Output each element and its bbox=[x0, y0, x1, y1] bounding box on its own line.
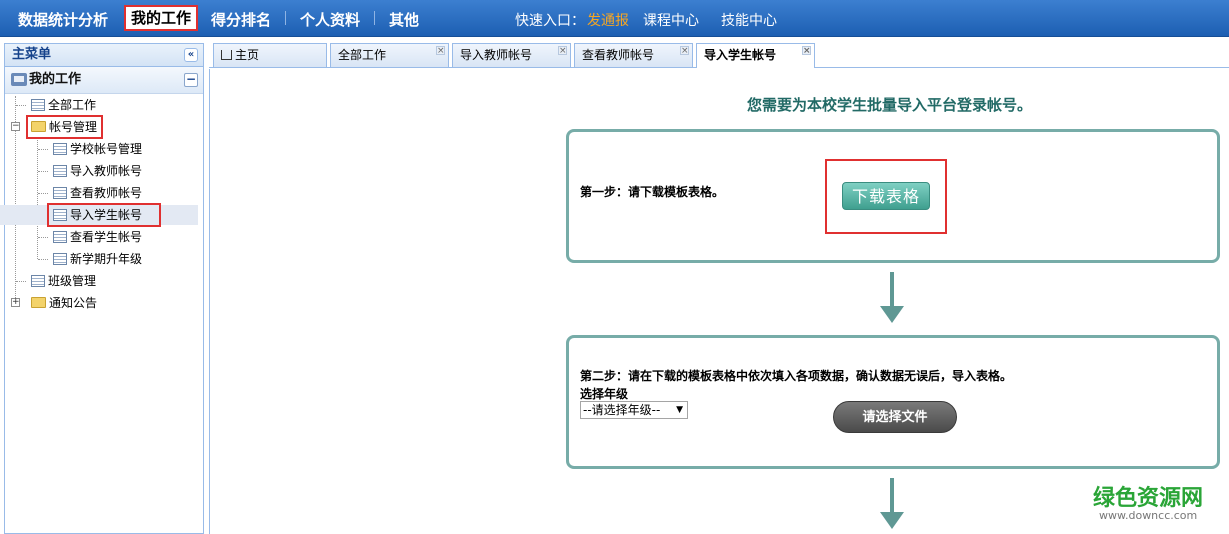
folder-icon bbox=[31, 297, 46, 308]
sidebar-title: 主菜单 bbox=[12, 47, 52, 62]
expand-minus-icon[interactable]: − bbox=[11, 122, 20, 131]
tab-import-teacher[interactable]: 导入教师帐号 × bbox=[452, 43, 571, 67]
close-icon[interactable]: × bbox=[558, 46, 567, 56]
step-two-text: 第二步：请在下载的模板表格中依次填入各项数据，确认数据无误后，导入表格。 bbox=[580, 369, 1013, 383]
document-icon bbox=[53, 231, 67, 243]
tree-item-view-student[interactable]: 查看学生帐号 bbox=[53, 227, 142, 247]
tab-strip: 主页 全部工作 × 导入教师帐号 × 查看教师帐号 × 导入学生帐号 × bbox=[209, 43, 1229, 68]
collapse-sidebar-icon[interactable]: « bbox=[184, 48, 198, 62]
document-icon bbox=[53, 165, 67, 177]
watermark-url: www.downcc.com bbox=[1099, 509, 1198, 522]
tree-line bbox=[16, 105, 26, 106]
tree-item-label: 导入教师帐号 bbox=[70, 164, 143, 178]
grade-select[interactable]: --请选择年级-- ▼ bbox=[580, 401, 688, 419]
document-icon bbox=[31, 275, 45, 287]
top-navigation-bar: 数据统计分析 我的工作 得分排名 个人资料 其他 快速入口： 发通报 课程中心 … bbox=[0, 0, 1229, 37]
workstation-icon bbox=[11, 73, 27, 86]
quick-link-skills[interactable]: 技能中心 bbox=[721, 10, 777, 30]
highlight-box bbox=[47, 203, 161, 227]
highlight-box bbox=[26, 115, 103, 139]
quick-link-courses[interactable]: 课程中心 bbox=[643, 10, 699, 30]
nav-item-ranking[interactable]: 得分排名 bbox=[211, 9, 271, 30]
document-icon bbox=[53, 253, 67, 265]
tree-item-label: 新学期升年级 bbox=[70, 252, 143, 266]
tree-item-view-teacher[interactable]: 查看教师帐号 bbox=[53, 183, 142, 203]
close-icon[interactable]: × bbox=[802, 46, 811, 56]
tree-item-class-management[interactable]: 班级管理 bbox=[31, 271, 96, 291]
watermark: 绿色资源网 bbox=[1093, 486, 1204, 511]
tree-line bbox=[38, 259, 48, 260]
tree-item-all-work[interactable]: 全部工作 bbox=[31, 95, 96, 115]
nav-item-statistics[interactable]: 数据统计分析 bbox=[18, 9, 108, 30]
arrow-down-icon bbox=[890, 272, 894, 308]
home-icon bbox=[221, 50, 232, 60]
tree-line bbox=[38, 171, 48, 172]
quick-link-notice[interactable]: 发通报 bbox=[587, 10, 629, 30]
choose-file-button[interactable]: 请选择文件 bbox=[833, 401, 957, 433]
tree-line bbox=[38, 149, 48, 150]
tab-label: 查看教师帐号 bbox=[582, 48, 655, 62]
tree-item-school-accounts[interactable]: 学校帐号管理 bbox=[53, 139, 142, 159]
tree-line bbox=[38, 237, 48, 238]
collapse-group-icon[interactable]: − bbox=[184, 73, 198, 87]
tab-view-teacher[interactable]: 查看教师帐号 × bbox=[574, 43, 693, 67]
quick-entry-label: 快速入口： bbox=[515, 13, 585, 29]
tree-item-label: 查看教师帐号 bbox=[70, 186, 143, 200]
tab-label: 主页 bbox=[235, 48, 260, 62]
tree-item-promote-grade[interactable]: 新学期升年级 bbox=[53, 249, 142, 269]
nav-item-other[interactable]: 其他 bbox=[389, 9, 419, 30]
tab-home[interactable]: 主页 bbox=[213, 43, 327, 67]
arrow-down-icon bbox=[880, 306, 904, 323]
tree-line bbox=[37, 138, 38, 259]
tab-label: 导入教师帐号 bbox=[460, 48, 533, 62]
grade-label: 选择年级 bbox=[580, 387, 629, 401]
expand-plus-icon[interactable]: + bbox=[11, 298, 20, 307]
highlight-box bbox=[825, 159, 947, 234]
tree-line bbox=[16, 281, 26, 282]
arrow-down-icon bbox=[890, 478, 894, 514]
tree-item-label: 全部工作 bbox=[48, 98, 97, 112]
nav-divider bbox=[374, 11, 375, 25]
nav-divider bbox=[285, 11, 286, 25]
tab-import-student[interactable]: 导入学生帐号 × bbox=[696, 43, 815, 68]
document-icon bbox=[53, 187, 67, 199]
tree-item-import-teacher[interactable]: 导入教师帐号 bbox=[53, 161, 142, 181]
page-title: 您需要为本校学生批量导入平台登录帐号。 bbox=[747, 96, 1033, 114]
document-icon bbox=[31, 99, 45, 111]
tree-item-label: 查看学生帐号 bbox=[70, 230, 143, 244]
grade-select-value: --请选择年级-- bbox=[583, 403, 661, 417]
document-icon bbox=[53, 143, 67, 155]
close-icon[interactable]: × bbox=[680, 46, 689, 56]
menu-group-title: 我的工作 bbox=[29, 72, 82, 87]
chevron-down-icon: ▼ bbox=[676, 405, 683, 415]
nav-item-profile[interactable]: 个人资料 bbox=[300, 9, 360, 30]
tree-line bbox=[38, 193, 48, 194]
tab-label: 全部工作 bbox=[338, 48, 387, 62]
tree-item-label: 班级管理 bbox=[48, 274, 97, 288]
tree-item-label: 通知公告 bbox=[49, 296, 98, 310]
close-icon[interactable]: × bbox=[436, 46, 445, 56]
tab-all-work[interactable]: 全部工作 × bbox=[330, 43, 449, 67]
step-one-text: 第一步：请下载模板表格。 bbox=[580, 185, 725, 199]
menu-group-my-work[interactable]: 我的工作 − bbox=[5, 67, 203, 94]
arrow-down-icon bbox=[880, 512, 904, 529]
nav-item-my-work[interactable]: 我的工作 bbox=[124, 5, 199, 31]
tree-item-notices[interactable]: 通知公告 bbox=[31, 293, 97, 313]
sidebar-header: 主菜单 « bbox=[5, 44, 203, 67]
tab-label: 导入学生帐号 bbox=[704, 48, 777, 62]
tree-item-label: 学校帐号管理 bbox=[70, 142, 143, 156]
